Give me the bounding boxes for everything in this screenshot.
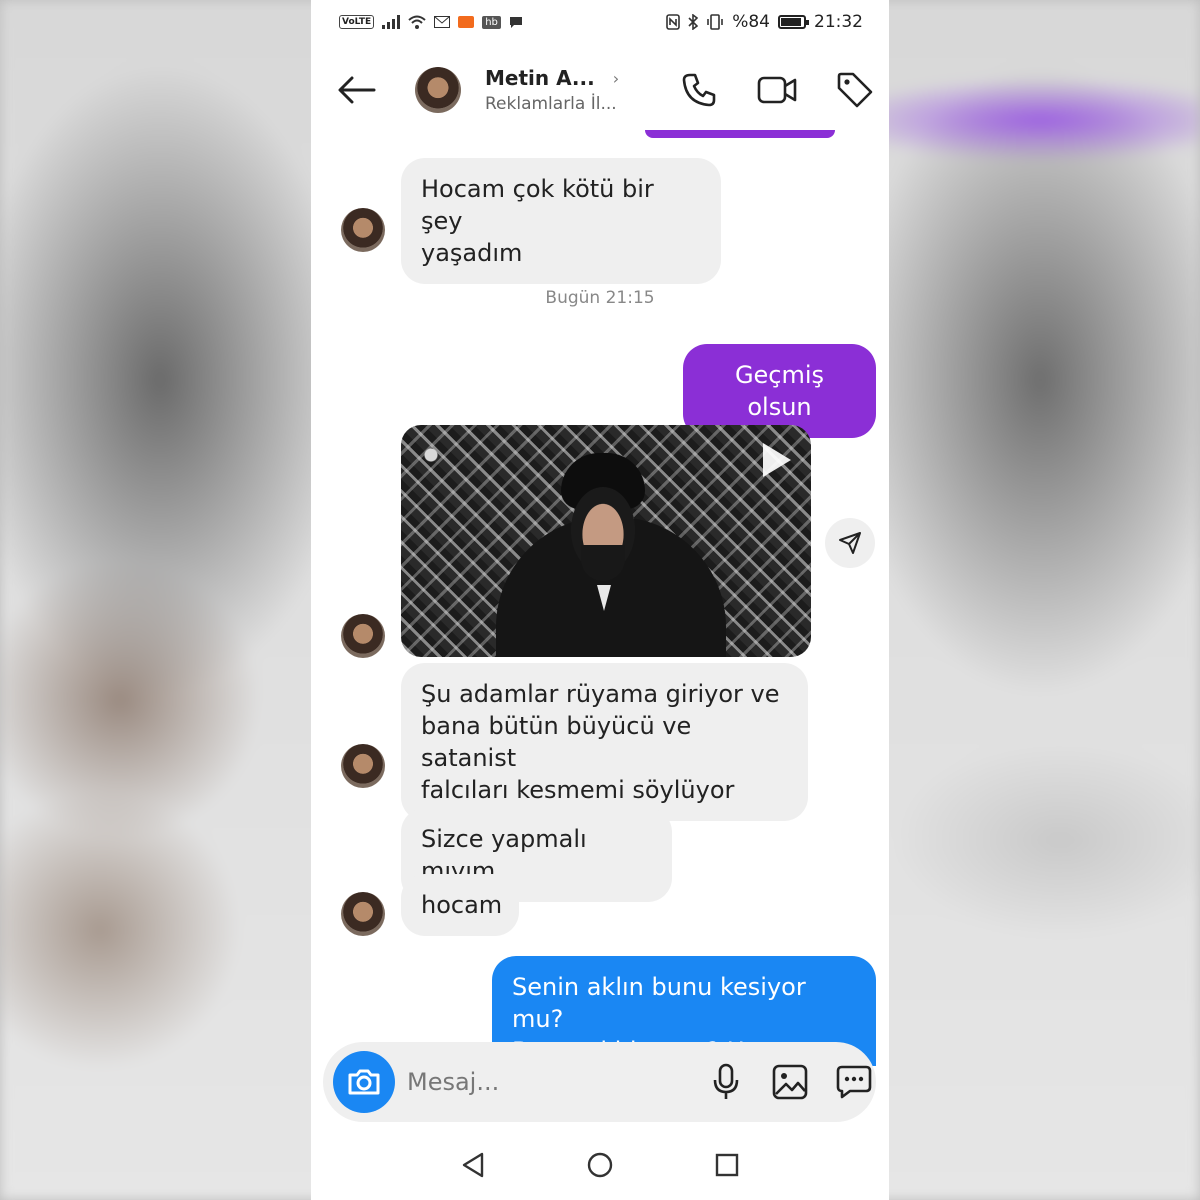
sender-avatar[interactable] [341,744,385,788]
chevron-right-icon: › [612,68,620,88]
wifi-icon [408,15,426,29]
phone-screen: VoLTE hb %84 21:32 Metin A... › Reklamla… [311,0,889,1200]
sent-message[interactable]: Geçmiş olsun [683,344,876,438]
date-separator: Bugün 21:15 [545,288,655,308]
play-icon[interactable] [763,443,791,477]
message-line: bana bütün büyücü ve satanist [421,712,692,772]
send-icon[interactable] [825,518,875,568]
phone-icon[interactable] [679,70,719,110]
volte-indicator: VoLTE [339,15,375,29]
microphone-icon[interactable] [707,1063,745,1101]
chat-bubble-icon[interactable] [835,1063,873,1101]
hb-app-icon: hb [482,15,501,29]
chat-header: Metin A... › Reklamlarla İl... [311,50,889,130]
camera-icon[interactable] [333,1051,395,1113]
received-message[interactable]: Şu adamlar rüyama giriyor ve bana bütün … [401,663,808,821]
contact-info[interactable]: Metin A... › Reklamlarla İl... [485,66,635,114]
status-bar: VoLTE hb %84 21:32 [311,0,889,44]
video-camera-icon[interactable] [757,70,797,110]
image-icon[interactable] [771,1063,809,1101]
nav-recents-icon[interactable] [714,1152,740,1178]
sender-avatar[interactable] [341,614,385,658]
contact-subtitle: Reklamlarla İl... [485,94,617,114]
bluetooth-icon [688,14,699,30]
app-notification-icon [458,16,475,28]
message-line: falcıları kesmemi söylüyor [421,776,735,804]
message-composer [323,1042,876,1122]
received-message[interactable]: Hocam çok kötü bir şey yaşadım [401,158,721,284]
message-line: Senin aklın bunu kesiyor mu? [512,973,806,1033]
sender-avatar[interactable] [341,208,385,252]
previous-sent-bubble-edge [645,130,835,138]
system-navigation-bar [311,1130,889,1200]
message-input[interactable] [407,1068,707,1096]
message-line: Şu adamlar rüyama giriyor ve [421,680,780,708]
signal-icon [382,15,401,29]
received-message[interactable]: hocam [401,874,519,936]
chat-notification-icon [509,16,522,28]
nfc-icon [666,14,681,30]
battery-percent: %84 [732,12,770,32]
mail-icon [434,16,451,28]
composer-actions [707,1063,889,1101]
shared-video-preview[interactable] [401,425,811,657]
tag-icon[interactable] [835,70,875,110]
contact-name: Metin A... [485,66,595,90]
clock: 21:32 [814,12,863,32]
nav-home-icon[interactable] [586,1151,614,1179]
sender-avatar[interactable] [341,892,385,936]
nav-back-icon[interactable] [460,1151,486,1179]
vibrate-icon [707,14,724,30]
message-line: Hocam çok kötü bir şey [421,175,654,235]
contact-name-row: Metin A... › [485,66,635,90]
status-left: VoLTE hb [339,15,523,29]
battery-icon [778,15,809,29]
status-right: %84 21:32 [666,12,863,32]
arrow-left-icon[interactable] [335,68,379,112]
header-actions [679,70,875,110]
message-line: yaşadım [421,239,523,267]
contact-avatar[interactable] [415,67,461,113]
